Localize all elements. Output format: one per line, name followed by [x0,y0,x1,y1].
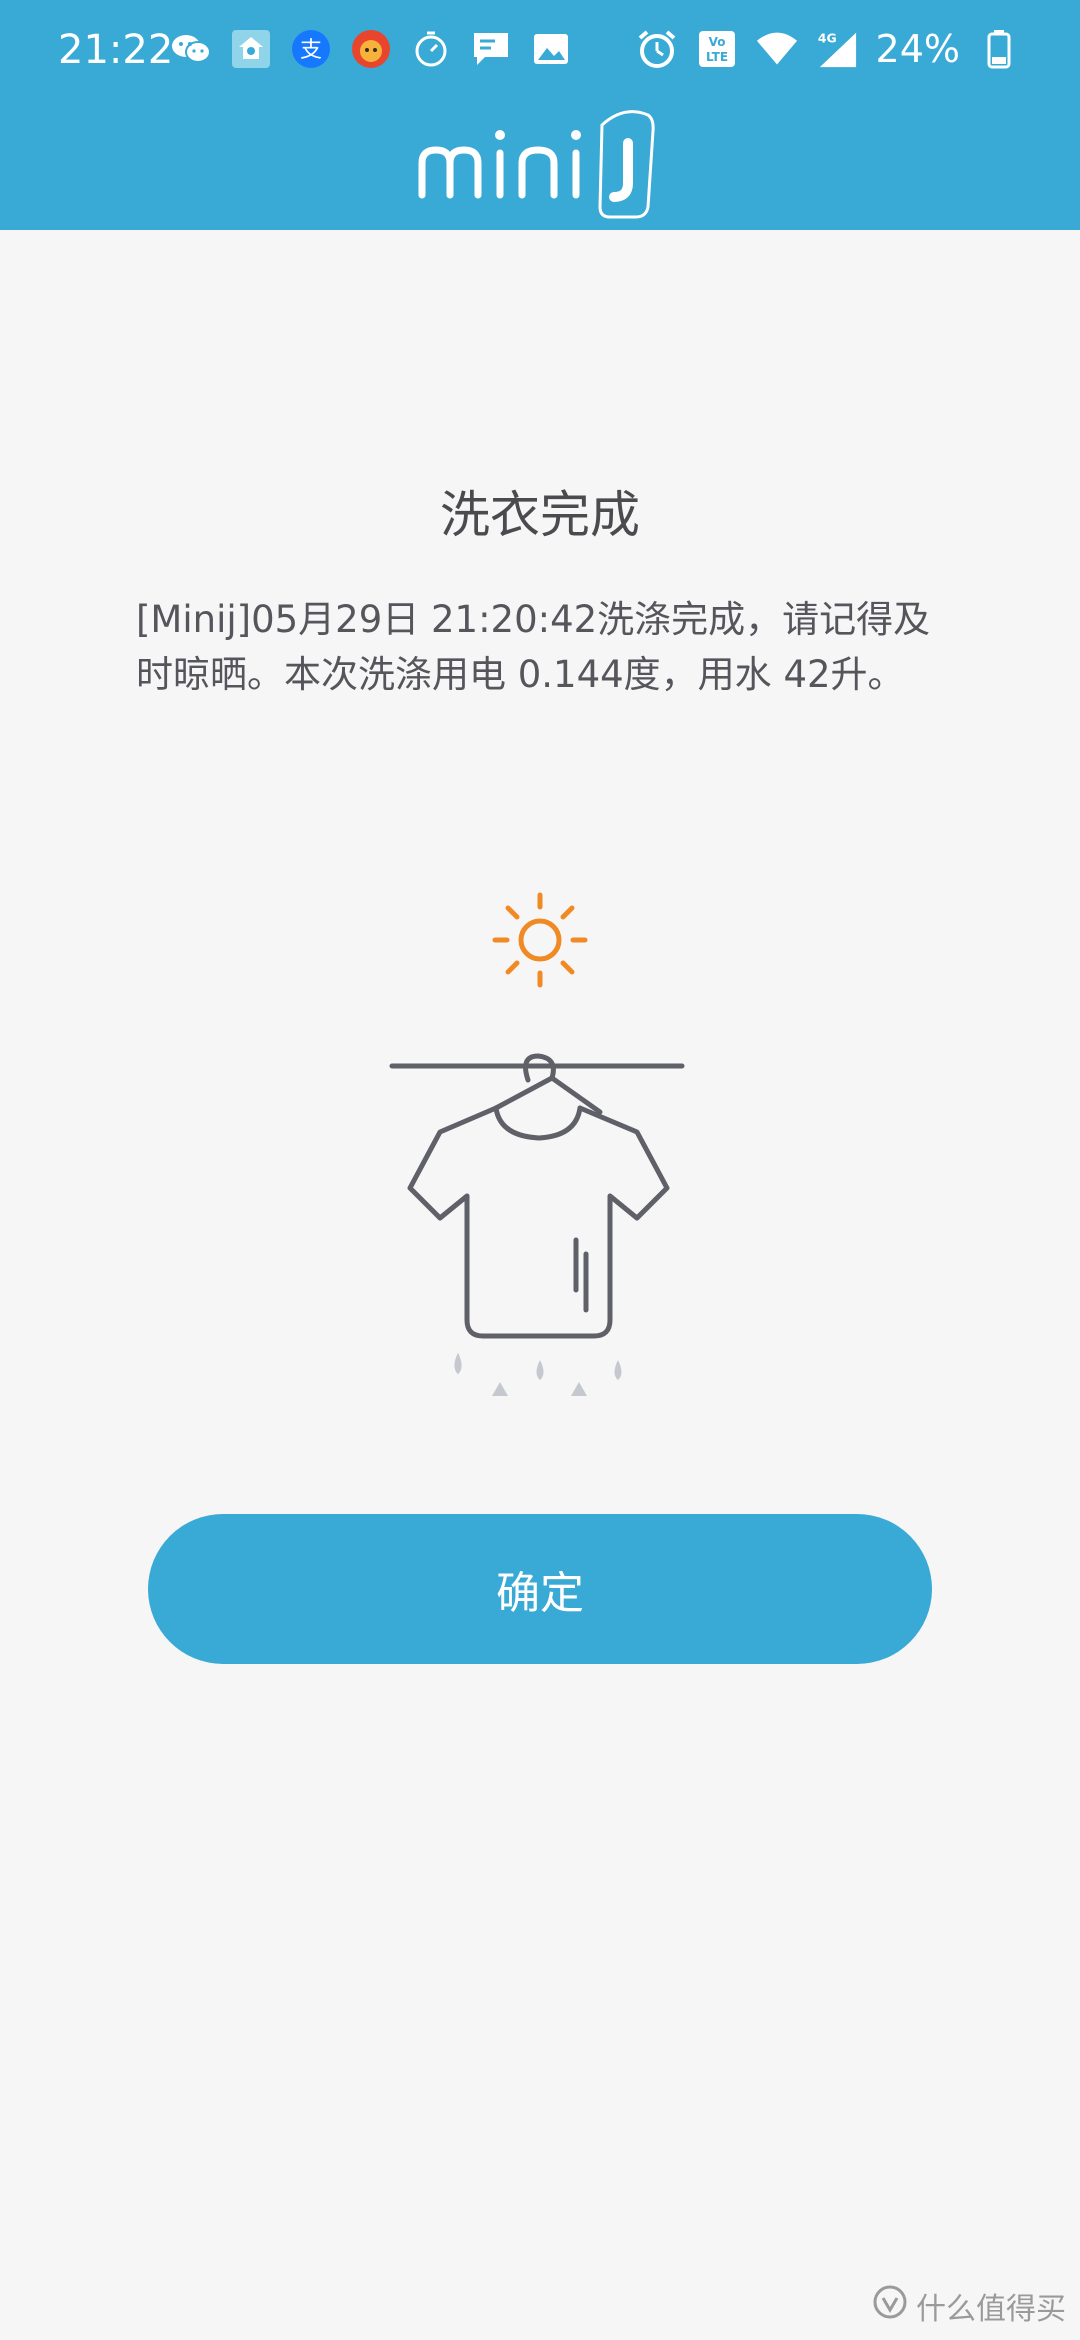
gallery-icon [530,28,572,70]
app-icon [230,28,272,70]
timer-icon [410,28,452,70]
battery-icon [978,28,1020,70]
status-bar: 21:22 支 Vo LTE 4G 24% [0,0,1080,100]
message-icon [470,28,512,70]
volte-icon: Vo LTE [696,28,738,70]
notification-icons: 支 [170,28,572,70]
svg-text:4G: 4G [817,30,836,45]
dialog-message: [Minij]05月29日 21:20:42洗涤完成，请记得及 时晾晒。本次洗涤… [136,598,931,696]
confirm-button[interactable]: 确定 [148,1514,932,1664]
system-status-icons: Vo LTE 4G 24% [636,26,1020,72]
wechat-icon [170,28,212,70]
watermark-logo-icon [872,2284,908,2328]
laundry-drying-illustration [380,880,700,1400]
signal-icon: 4G [816,28,858,70]
water-drops [454,1352,622,1396]
shirt-icon [389,1053,685,1339]
app-screen: 21:22 支 Vo LTE 4G 24% minij 洗衣完成 [Minij]… [0,0,1080,2340]
alipay-icon: 支 [290,28,332,70]
svg-text:minij: minij [410,105,413,106]
alarm-icon [636,28,678,70]
status-time: 21:22 [58,27,174,73]
svg-text:Vo: Vo [708,35,725,49]
dialog-title: 洗衣完成 [440,486,640,544]
wifi-icon [756,28,798,70]
sun-icon [492,892,588,988]
svg-text:LTE: LTE [706,50,728,64]
watermark: 什么值得买 [872,2284,1066,2328]
app-avatar-icon [350,28,392,70]
watermark-text: 什么值得买 [916,2292,1066,2327]
svg-text:支: 支 [300,38,322,63]
app-header: 21:22 支 Vo LTE 4G 24% minij [0,0,1080,230]
minij-logo: minij [410,105,670,225]
battery-percentage: 24% [875,27,960,71]
